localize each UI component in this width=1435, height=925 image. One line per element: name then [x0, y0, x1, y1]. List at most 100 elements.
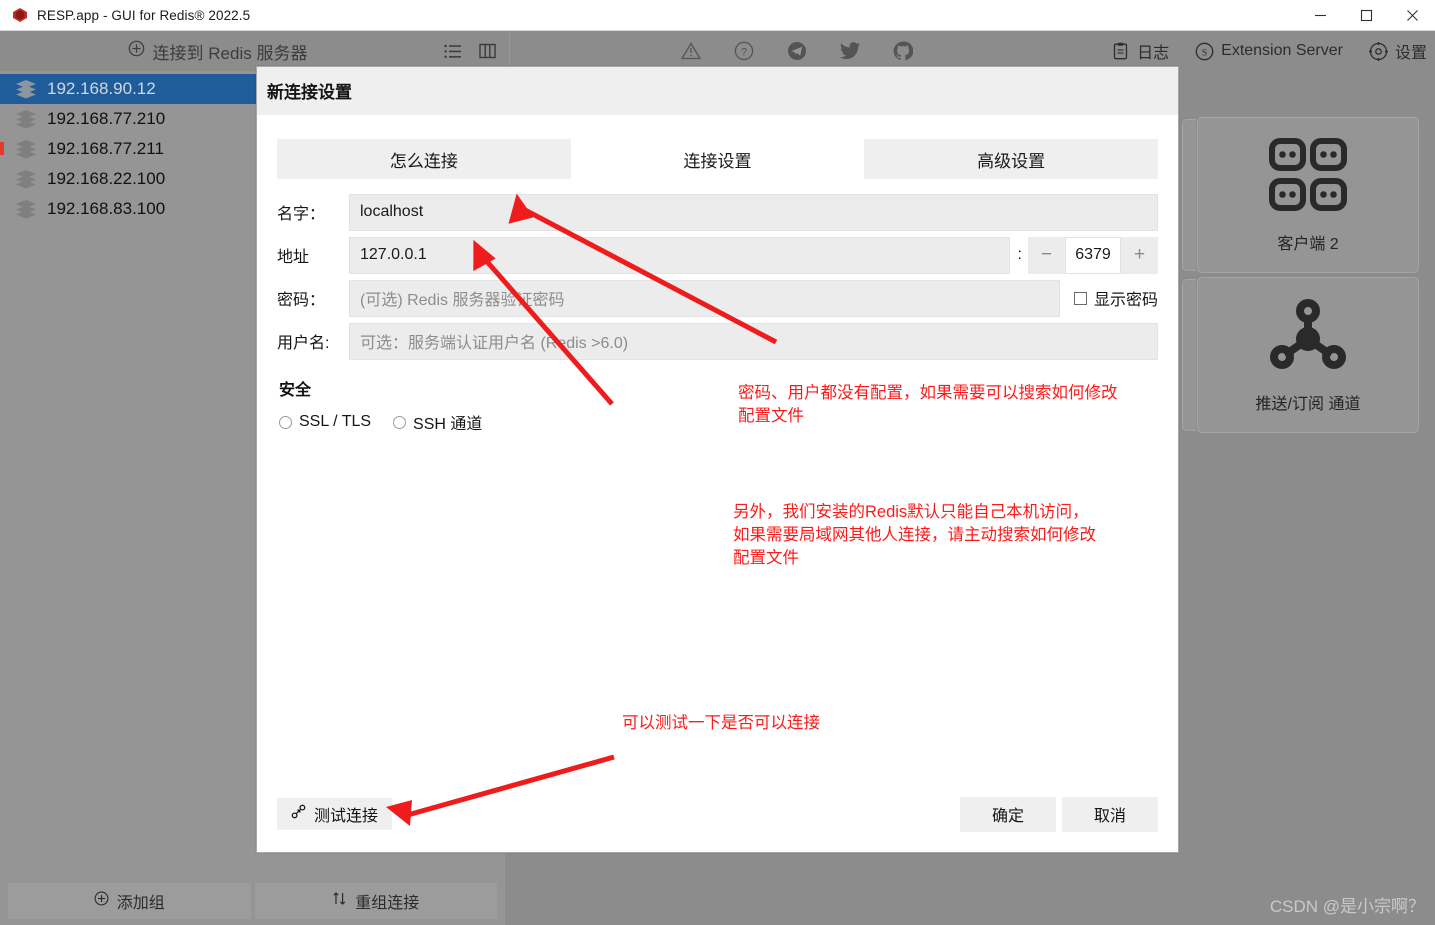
address-label: 地址 — [277, 249, 310, 266]
card-partially-hidden-bottom[interactable] — [1182, 279, 1196, 431]
note-test: 可以测试一下是否可以连接 — [622, 714, 820, 732]
close-icon[interactable] — [1389, 0, 1435, 31]
add-group-button[interactable]: 添加组 — [8, 883, 251, 919]
ssh-tunnel-radio-option[interactable]: SSH 通道 — [393, 410, 482, 434]
sort-updown-icon — [332, 891, 347, 911]
connection-form: 名字： localhost 地址 127.0.0.1 : − 6379 + 密码… — [257, 179, 1178, 360]
sidebar-bottom-bar: 添加组 重组连接 — [8, 883, 497, 919]
port-separator: : — [1017, 246, 1022, 263]
regroup-label: 重组连接 — [355, 895, 420, 912]
regroup-connections-button[interactable]: 重组连接 — [254, 883, 497, 919]
clients-card[interactable]: 客户端 2 — [1197, 117, 1419, 273]
tab-how-to-connect-label: 怎么连接 — [389, 151, 458, 171]
main-toolbar: 连接到 Redis 服务器 ? 日志 S Extension Server 设置 — [0, 31, 1435, 71]
stack-icon — [15, 139, 37, 159]
name-label: 名字： — [277, 206, 326, 223]
extension-icon: S — [1195, 42, 1214, 61]
stack-icon — [15, 169, 37, 189]
ssh-tunnel-label: SSH 通道 — [413, 416, 483, 433]
plug-icon — [291, 804, 306, 824]
logs-label: 日志 — [1137, 45, 1170, 62]
settings-label: 设置 — [1394, 45, 1427, 62]
tab-connection-settings-label: 连接设置 — [683, 151, 752, 171]
ssl-tls-radio-option[interactable]: SSL / TLS — [279, 413, 371, 431]
cancel-button[interactable]: 取消 — [1062, 796, 1158, 832]
port-increment-button[interactable]: + — [1121, 236, 1158, 274]
address-input[interactable]: 127.0.0.1 — [349, 236, 1010, 274]
warning-triangle-icon[interactable] — [680, 40, 702, 62]
split-pane-icon[interactable] — [470, 31, 505, 71]
address-row: 地址 127.0.0.1 : − 6379 + — [277, 236, 1158, 274]
list-icon[interactable] — [435, 31, 470, 71]
dialog-tabs: 怎么连接 连接设置 高级设置 — [257, 115, 1178, 179]
stack-icon — [15, 109, 37, 129]
csdn-watermark: CSDN @是小宗啊？ — [1269, 897, 1425, 916]
settings-button[interactable]: 设置 — [1368, 39, 1427, 63]
stack-icon — [15, 79, 37, 99]
twitter-icon[interactable] — [839, 40, 861, 62]
github-icon[interactable] — [892, 40, 914, 62]
redis-logo-icon — [12, 7, 28, 23]
radio-icon[interactable] — [393, 415, 407, 429]
password-label: 密码： — [277, 292, 326, 309]
port-input[interactable]: 6379 — [1065, 236, 1121, 274]
connection-label-0: 192.168.90.12 — [47, 79, 156, 98]
maximize-icon[interactable] — [1343, 0, 1389, 31]
pubsub-node-icon — [1267, 297, 1349, 380]
dialog-footer: 测试连接 确定 取消 — [257, 776, 1178, 852]
name-input[interactable]: localhost — [349, 193, 1158, 231]
minimize-icon[interactable] — [1297, 0, 1343, 31]
tab-how-to-connect[interactable]: 怎么连接 — [277, 139, 571, 179]
toolbar-social-icons: ? — [680, 40, 914, 62]
note-credentials: 密码、用户都没有配置，如果需要可以搜索如何修改 配置文件 — [738, 384, 1118, 425]
connection-label-4: 192.168.83.100 — [47, 199, 166, 218]
add-group-label: 添加组 — [116, 895, 165, 912]
port-decrement-button[interactable]: − — [1028, 236, 1065, 274]
password-row: 密码： (可选) Redis 服务器验证密码 显示密码 — [277, 279, 1158, 317]
extension-server-label: Extension Server — [1221, 42, 1343, 59]
logs-button[interactable]: 日志 — [1111, 39, 1169, 63]
plus-circle-icon — [94, 891, 109, 911]
pubsub-card[interactable]: 推送/订阅 通道 — [1197, 277, 1419, 433]
checkbox-icon[interactable] — [1073, 291, 1087, 305]
dialog-action-buttons: 确定 取消 — [960, 796, 1158, 832]
dialog-title: 新连接设置 — [267, 83, 352, 102]
svg-text:?: ? — [741, 46, 747, 58]
toolbar-right-items: 日志 S Extension Server 设置 — [1111, 31, 1427, 71]
connection-label-1: 192.168.77.210 — [47, 109, 166, 128]
name-row: 名字： localhost — [277, 193, 1158, 231]
test-connection-button[interactable]: 测试连接 — [277, 798, 393, 830]
ssl-tls-label: SSL / TLS — [299, 413, 372, 430]
dialog-header: 新连接设置 — [257, 67, 1178, 115]
window-controls — [1297, 0, 1435, 31]
username-label: 用户名: — [277, 335, 330, 352]
gear-icon — [1368, 41, 1388, 61]
test-connection-label: 测试连接 — [314, 808, 379, 825]
username-input[interactable]: 可选：服务端认证用户名 (Redis >6.0) — [349, 322, 1158, 360]
note-localonly: 另外，我们安装的Redis默认只能自己本机访问， 如果需要局域网其他人连接，请主… — [733, 503, 1096, 567]
connection-label-2: 192.168.77.211 — [47, 139, 164, 158]
question-circle-icon[interactable]: ? — [733, 40, 755, 62]
stack-icon — [15, 199, 37, 219]
window-titlebar: RESP.app - GUI for Redis® 2022.5 — [0, 0, 1435, 31]
username-row: 用户名: 可选：服务端认证用户名 (Redis >6.0) — [277, 322, 1158, 360]
tab-advanced-settings[interactable]: 高级设置 — [864, 139, 1159, 179]
connection-label-3: 192.168.22.100 — [47, 169, 166, 188]
connect-to-redis-button[interactable]: 连接到 Redis 服务器 — [0, 31, 435, 71]
toolbar-divider — [509, 33, 510, 69]
tab-advanced-settings-label: 高级设置 — [977, 151, 1046, 171]
radio-icon[interactable] — [279, 415, 292, 429]
clients-grid-icon — [1267, 137, 1349, 220]
password-input[interactable]: (可选) Redis 服务器验证密码 — [349, 279, 1060, 317]
show-password-label: 显示密码 — [1093, 292, 1158, 309]
card-partially-hidden-top[interactable] — [1182, 119, 1196, 271]
pubsub-card-label: 推送/订阅 通道 — [1255, 395, 1361, 413]
window-title: RESP.app - GUI for Redis® 2022.5 — [37, 7, 251, 23]
tab-connection-settings[interactable]: 连接设置 — [570, 139, 865, 179]
telegram-icon[interactable] — [786, 40, 808, 62]
svg-text:S: S — [1202, 48, 1207, 58]
extension-server-button[interactable]: S Extension Server — [1195, 42, 1343, 61]
connect-to-redis-label: 连接到 Redis 服务器 — [152, 43, 308, 63]
show-password-toggle[interactable]: 显示密码 — [1073, 286, 1158, 310]
ok-button[interactable]: 确定 — [960, 796, 1056, 832]
